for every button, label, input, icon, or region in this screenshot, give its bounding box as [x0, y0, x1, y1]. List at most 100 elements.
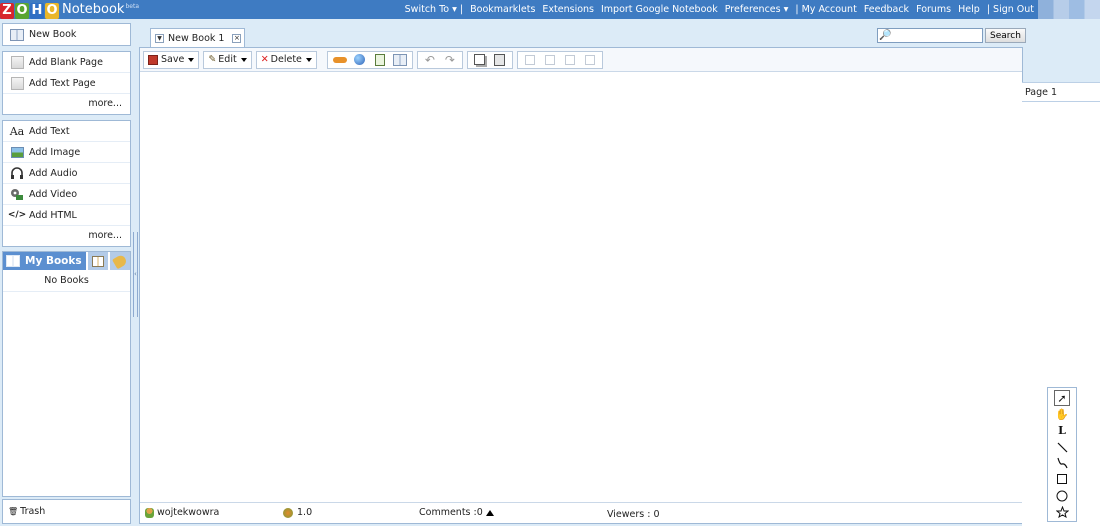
ellipse-tool-icon[interactable] [1054, 488, 1070, 504]
add-html-button[interactable]: </> Add HTML [3, 205, 130, 226]
pan-hand-icon[interactable]: ✋ [1054, 406, 1070, 422]
add-page-panel: Add Blank Page Add Text Page more... [2, 51, 131, 115]
username: wojtekwowra [157, 507, 220, 518]
my-books-tab[interactable]: My Books [3, 252, 87, 270]
rectangle-tool-icon[interactable] [1054, 471, 1070, 487]
text-aa-icon: Aa [9, 124, 25, 138]
shared-books-button[interactable] [88, 252, 109, 270]
book-icon [9, 28, 25, 42]
save-menu[interactable]: Save [143, 50, 200, 69]
export-page-icon[interactable] [372, 53, 388, 67]
send-backward-icon[interactable] [582, 53, 598, 67]
book-view-icon[interactable] [392, 53, 408, 67]
chevron-down-icon [240, 57, 247, 62]
send-back-icon[interactable] [542, 53, 558, 67]
nav-preferences[interactable]: Preferences ▾ [725, 4, 789, 15]
trash-label: Trash [20, 506, 46, 517]
delete-button[interactable]: ✕ Delete [259, 52, 314, 68]
share-globe-icon[interactable] [352, 53, 368, 67]
tab-menu-icon[interactable]: ▼ [155, 33, 164, 43]
collapse-arrow-icon: ‹ [134, 270, 137, 278]
new-book-label: New Book [29, 29, 77, 40]
viewers-text: Viewers : 0 [607, 509, 660, 520]
new-book-button[interactable]: New Book [3, 24, 130, 45]
logo-letter: Z [0, 3, 14, 19]
redo-icon[interactable]: ↷ [442, 53, 458, 67]
add-text-page-button[interactable]: Add Text Page [3, 73, 130, 94]
nav-my-account[interactable]: | My Account [795, 4, 856, 15]
version-text: 1.0 [297, 507, 313, 518]
bring-forward-icon[interactable] [562, 53, 578, 67]
nav-import-google-notebook[interactable]: Import Google Notebook [601, 4, 718, 15]
notebook-canvas[interactable]: Save ✎ Edit ✕ Delete ↶ ↷ wojtekwowra 1.0… [139, 47, 1023, 524]
tab-new-book-1[interactable]: ▼ New Book 1 × [150, 28, 245, 47]
clipboard-tools [466, 50, 513, 69]
user-avatar-pixelated [1038, 0, 1100, 19]
edit-pencil-icon: ✎ [208, 54, 217, 65]
select-arrow-icon[interactable]: ➚ [1054, 390, 1070, 406]
top-nav: Switch To ▾ | Bookmarklets Extensions Im… [398, 0, 1034, 19]
add-blank-page-button[interactable]: Add Blank Page [3, 52, 130, 73]
undo-icon[interactable]: ↶ [422, 53, 438, 67]
save-label: Save [161, 54, 185, 65]
status-comments[interactable]: Comments :0 [419, 507, 494, 518]
add-text-button[interactable]: Aa Add Text [3, 121, 130, 142]
paste-icon[interactable] [492, 53, 508, 67]
search-button[interactable]: Search [985, 28, 1026, 43]
edit-menu[interactable]: ✎ Edit [203, 50, 252, 69]
beta-badge: beta [125, 3, 139, 10]
my-books-header: My Books [3, 252, 130, 270]
bring-front-icon[interactable] [522, 53, 538, 67]
copy-icon[interactable] [472, 53, 488, 67]
chevron-down-icon [188, 57, 195, 62]
my-books-title: My Books [25, 255, 82, 267]
tags-button[interactable] [110, 252, 130, 270]
trash-button[interactable]: 🗑 Trash [2, 499, 131, 524]
my-books-panel: My Books No Books [2, 251, 131, 497]
sidebar-splitter[interactable]: ‹ [133, 232, 138, 317]
add-html-label: Add HTML [29, 209, 77, 221]
blank-page-icon [9, 55, 25, 69]
delete-label: Delete [270, 54, 302, 65]
version-icon [283, 507, 293, 518]
shared-books-icon [92, 255, 105, 267]
star-shape-tool-icon[interactable] [1054, 504, 1070, 520]
page-label: Page 1 [1025, 87, 1058, 98]
add-audio-button[interactable]: Add Audio [3, 163, 130, 184]
text-tool-icon[interactable]: L [1054, 423, 1070, 439]
tab-label: New Book 1 [168, 32, 225, 44]
page-list-item[interactable]: Page 1 [1022, 82, 1100, 102]
nav-feedback[interactable]: Feedback [864, 4, 909, 15]
add-image-button[interactable]: Add Image [3, 142, 130, 163]
more-content-link[interactable]: more... [3, 226, 130, 246]
tag-icon [112, 253, 129, 269]
line-tool-icon[interactable] [1054, 439, 1070, 455]
save-button[interactable]: Save [146, 52, 196, 68]
status-bar: wojtekwowra 1.0 Comments :0 Viewers : 0 [140, 502, 1022, 523]
tab-close-icon[interactable]: × [232, 33, 242, 43]
more-pages-link[interactable]: more... [3, 94, 130, 114]
text-page-icon [9, 76, 25, 90]
delete-menu[interactable]: ✕ Delete [255, 50, 317, 69]
zoho-notebook-logo[interactable]: Z O H O Notebook beta [0, 0, 139, 19]
product-name: Notebook [62, 2, 125, 17]
nav-sign-out[interactable]: | Sign Out [987, 4, 1034, 15]
status-user: wojtekwowra [145, 507, 219, 518]
nav-forums[interactable]: Forums [916, 4, 951, 15]
nav-bookmarklets[interactable]: Bookmarklets [470, 4, 535, 15]
logo-letter: O [15, 3, 29, 19]
add-video-button[interactable]: Add Video [3, 184, 130, 205]
nav-help[interactable]: Help [958, 4, 980, 15]
audio-headphones-icon [9, 166, 25, 180]
add-content-panel: Aa Add Text Add Image Add Audio Add Vide… [2, 120, 131, 247]
curve-tool-icon[interactable] [1054, 455, 1070, 471]
zoho-logo: Z O H O [0, 3, 60, 19]
search-input[interactable] [877, 28, 983, 43]
nav-extensions[interactable]: Extensions [542, 4, 594, 15]
add-audio-label: Add Audio [29, 167, 78, 179]
nav-switch-to[interactable]: Switch To ▾ | [405, 4, 463, 15]
triangle-up-icon [485, 509, 494, 516]
publish-icon[interactable] [332, 53, 348, 67]
edit-button[interactable]: ✎ Edit [206, 52, 248, 68]
top-bar: Z O H O Notebook beta Switch To ▾ | Book… [0, 0, 1100, 19]
